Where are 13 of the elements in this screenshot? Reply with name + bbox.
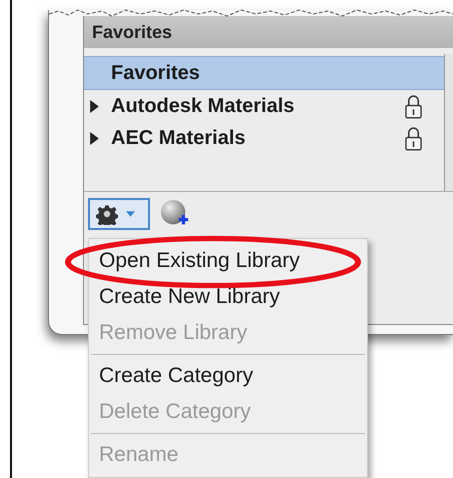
settings-dropdown-button[interactable]: [88, 198, 150, 230]
expand-arrow-icon[interactable]: [90, 132, 99, 144]
library-item[interactable]: AEC Materials: [84, 122, 444, 154]
scrollbar[interactable]: [444, 54, 453, 191]
menu-item[interactable]: Create Category: [91, 358, 365, 394]
expand-arrow-icon[interactable]: [90, 100, 99, 112]
gear-icon: [96, 203, 118, 225]
menu-item[interactable]: Open Existing Library: [91, 243, 365, 279]
caret-icon: [126, 211, 135, 217]
library-item[interactable]: Autodesk Materials: [84, 90, 444, 122]
panel-title: Favorites: [92, 22, 172, 42]
library-item[interactable]: Favorites: [84, 56, 444, 90]
menu-item[interactable]: Create New Library: [91, 279, 365, 315]
